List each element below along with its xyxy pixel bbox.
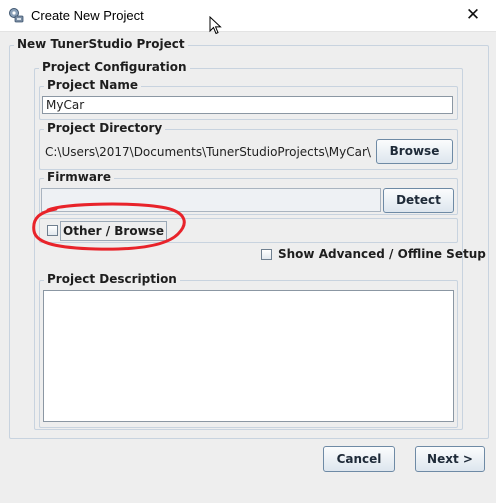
window-title: Create New Project (31, 8, 144, 23)
mouse-cursor-icon (209, 16, 222, 35)
firmware-label: Firmware (44, 170, 114, 184)
browse-button[interactable]: Browse (376, 139, 453, 164)
other-browse-label[interactable]: Other / Browse (60, 221, 167, 241)
project-configuration-title: Project Configuration (39, 60, 190, 74)
cancel-button[interactable]: Cancel (323, 446, 395, 472)
project-directory-path: C:\Users\2017\Documents\TunerStudioProje… (45, 145, 371, 159)
project-description-textarea[interactable] (43, 290, 454, 422)
app-icon (9, 8, 24, 23)
firmware-field[interactable] (41, 188, 381, 212)
other-browse-checkbox[interactable] (47, 225, 58, 236)
show-advanced-checkbox[interactable] (261, 249, 272, 260)
close-icon: ✕ (465, 5, 481, 25)
project-name-input[interactable]: MyCar (42, 96, 453, 114)
close-button[interactable]: ✕ (450, 0, 496, 31)
title-bar: Create New Project ✕ (0, 0, 496, 32)
project-name-label: Project Name (44, 78, 142, 92)
show-advanced-label[interactable]: Show Advanced / Offline Setup (278, 247, 486, 261)
project-description-label: Project Description (44, 272, 180, 286)
next-button[interactable]: Next > (415, 446, 485, 472)
new-project-group-title: New TunerStudio Project (14, 37, 188, 51)
project-directory-label: Project Directory (44, 121, 166, 135)
detect-button[interactable]: Detect (383, 188, 454, 213)
